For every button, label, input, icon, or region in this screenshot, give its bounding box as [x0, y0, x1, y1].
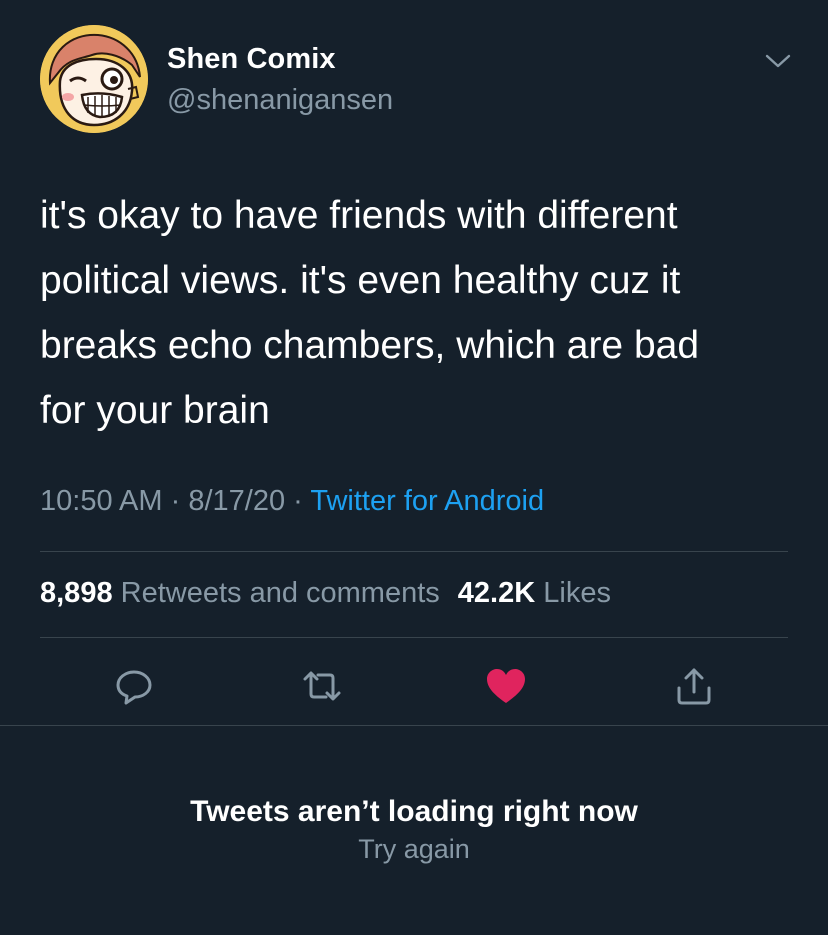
author-handle[interactable]: @shenanigansen	[167, 84, 393, 117]
speech-bubble-icon	[116, 670, 152, 705]
meta-separator: ·	[170, 485, 181, 517]
likes-stat[interactable]: 42.2K Likes	[458, 577, 611, 609]
tweet-stats: 8,898 Retweets and comments 42.2K Likes	[40, 577, 611, 610]
tweet-source-link[interactable]: Twitter for Android	[310, 485, 544, 517]
chevron-down-icon	[765, 54, 791, 68]
tweet-text: it's okay to have friends with different…	[40, 183, 800, 443]
tweet-date: 8/17/20	[188, 485, 286, 517]
author-display-name[interactable]: Shen Comix	[167, 43, 336, 76]
meta-separator: ·	[293, 485, 303, 517]
like-button[interactable]	[484, 664, 528, 708]
tweet-text-line: for your brain	[40, 389, 270, 432]
divider	[40, 637, 788, 638]
retweets-stat[interactable]: 8,898 Retweets and comments	[40, 577, 440, 609]
retweets-label: Retweets and comments	[120, 577, 440, 609]
tweet-text-line: it's okay to have friends with different	[40, 194, 678, 237]
divider	[40, 551, 788, 552]
likes-count: 42.2K	[457, 577, 536, 609]
reply-button[interactable]	[112, 664, 156, 708]
tweet-text-line: political views. it's even healthy cuz i…	[40, 259, 681, 302]
cartoon-face-avatar-icon	[40, 25, 148, 133]
likes-label: Likes	[543, 577, 611, 609]
heart-icon	[487, 669, 525, 703]
try-again-container: Try again	[0, 834, 828, 865]
tweet-text-line: breaks echo chambers, which are bad	[40, 324, 700, 367]
tweet-metadata: 10:50 AM · 8/17/20 · Twitter for Android	[40, 485, 544, 518]
tweet-menu-button[interactable]	[762, 48, 794, 74]
retweets-count: 8,898	[40, 577, 113, 609]
tweet-time: 10:50 AM	[40, 485, 163, 517]
replies-error-title: Tweets aren’t loading right now	[190, 795, 638, 828]
divider	[0, 725, 828, 726]
author-avatar[interactable]	[40, 25, 148, 133]
try-again-link[interactable]: Try again	[358, 834, 470, 864]
share-button[interactable]	[672, 664, 716, 708]
share-upload-icon	[677, 668, 711, 705]
retweet-button[interactable]	[300, 664, 344, 708]
retweet-arrows-icon	[303, 671, 341, 701]
